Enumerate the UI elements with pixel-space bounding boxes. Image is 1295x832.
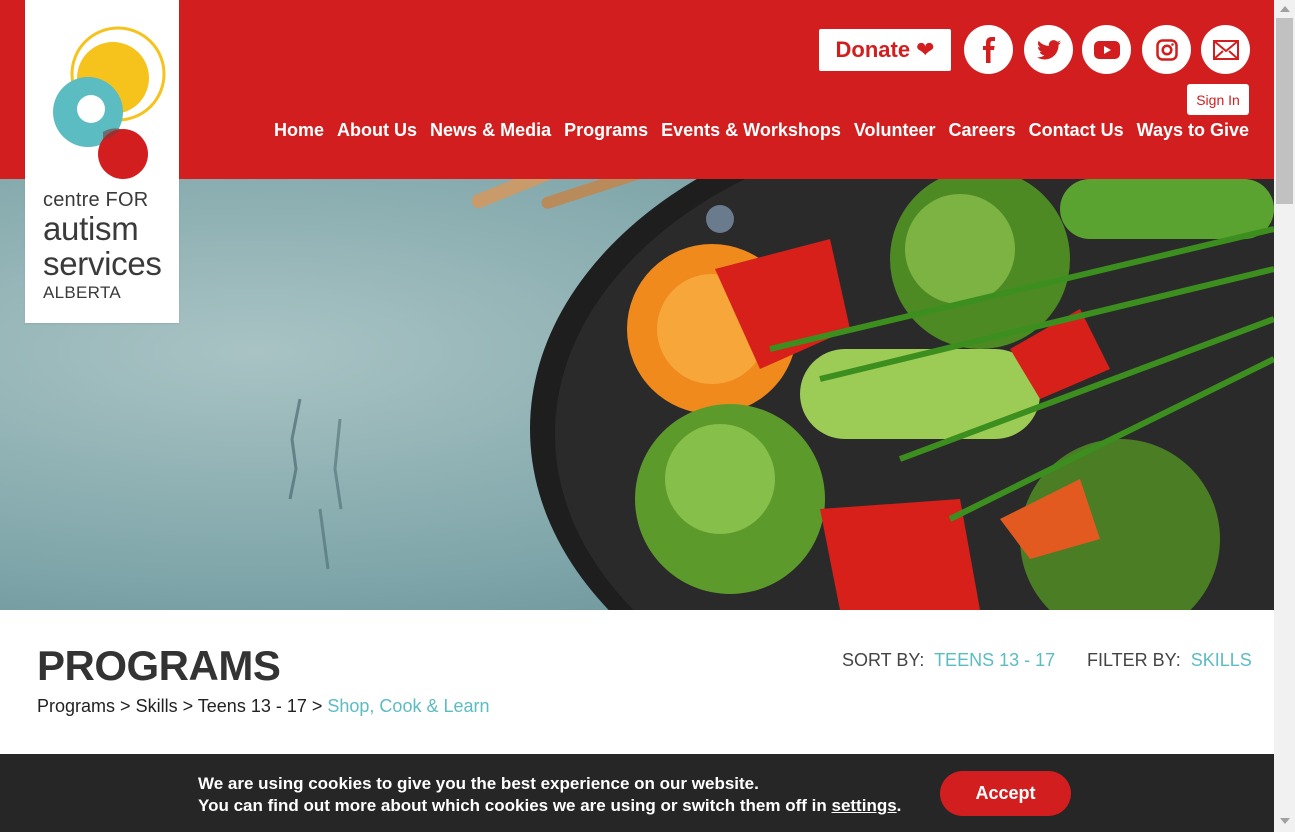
nav-events-workshops[interactable]: Events & Workshops (661, 120, 841, 141)
youtube-icon[interactable] (1082, 25, 1131, 74)
instagram-icon[interactable] (1142, 25, 1191, 74)
site-logo[interactable]: centre FOR autism services ALBERTA (25, 0, 179, 323)
logo-line-3: services (43, 245, 162, 282)
nav-careers[interactable]: Careers (949, 120, 1016, 141)
cookie-banner: We are using cookies to give you the bes… (0, 754, 1274, 832)
cookie-line-2: You can find out more about which cookie… (198, 795, 901, 817)
donate-label: Donate (835, 37, 911, 62)
logo-line-2: autism (43, 210, 139, 247)
nav-ways-to-give[interactable]: Ways to Give (1137, 120, 1249, 141)
logo-line-4: ALBERTA (43, 283, 122, 302)
email-icon[interactable] (1201, 25, 1250, 74)
scrollbar[interactable] (1274, 0, 1295, 832)
nav-about-us[interactable]: About Us (337, 120, 417, 141)
scroll-thumb[interactable] (1276, 18, 1293, 204)
breadcrumb-item[interactable]: Skills (136, 696, 178, 716)
sort-label: SORT BY: (842, 650, 935, 670)
breadcrumb-item[interactable]: Programs (37, 696, 115, 716)
nav-volunteer[interactable]: Volunteer (854, 120, 936, 141)
sort-by[interactable]: SORT BY: TEENS 13 - 17 (842, 650, 1055, 671)
vegetables-wok-image (0, 179, 1274, 610)
filter-by[interactable]: FILTER BY: SKILLS (1087, 650, 1252, 671)
sort-value[interactable]: TEENS 13 - 17 (934, 650, 1055, 670)
logo-circles-icon (53, 26, 166, 179)
hero-image (0, 179, 1274, 610)
cookie-line-2-end: . (896, 796, 902, 815)
breadcrumb: Programs > Skills > Teens 13 - 17 > Shop… (37, 696, 490, 717)
scroll-up-icon[interactable] (1280, 6, 1290, 12)
cookie-settings-link[interactable]: settings (831, 796, 896, 815)
site-header: Donate ❤ Sign In Home About Us News & Me… (0, 0, 1274, 179)
cookie-message: We are using cookies to give you the bes… (198, 773, 901, 817)
cookie-line-2-text: You can find out more about which cookie… (198, 796, 832, 815)
nav-news-media[interactable]: News & Media (430, 120, 551, 141)
facebook-icon[interactable] (964, 25, 1013, 74)
heart-icon: ❤ (916, 37, 935, 62)
nav-home[interactable]: Home (274, 120, 324, 141)
nav-contact-us[interactable]: Contact Us (1029, 120, 1124, 141)
scroll-down-icon[interactable] (1280, 818, 1290, 824)
breadcrumb-current: Shop, Cook & Learn (327, 696, 490, 716)
filter-value[interactable]: SKILLS (1191, 650, 1252, 670)
filter-label: FILTER BY: (1087, 650, 1191, 670)
nav-programs[interactable]: Programs (564, 120, 648, 141)
logo-line-1: centre FOR (43, 189, 149, 211)
cookie-line-1: We are using cookies to give you the bes… (198, 774, 759, 793)
page-title: PROGRAMS (37, 642, 281, 689)
breadcrumb-separator: > (182, 696, 198, 716)
breadcrumb-separator: > (120, 696, 136, 716)
main-nav: Home About Us News & Media Programs Even… (261, 120, 1249, 141)
accept-cookies-button[interactable]: Accept (940, 771, 1071, 816)
twitter-icon[interactable] (1024, 25, 1073, 74)
sign-in-button[interactable]: Sign In (1187, 84, 1249, 115)
breadcrumb-item[interactable]: Teens 13 - 17 (198, 696, 307, 716)
breadcrumb-separator: > (311, 696, 328, 716)
donate-button[interactable]: Donate ❤ (819, 29, 951, 71)
